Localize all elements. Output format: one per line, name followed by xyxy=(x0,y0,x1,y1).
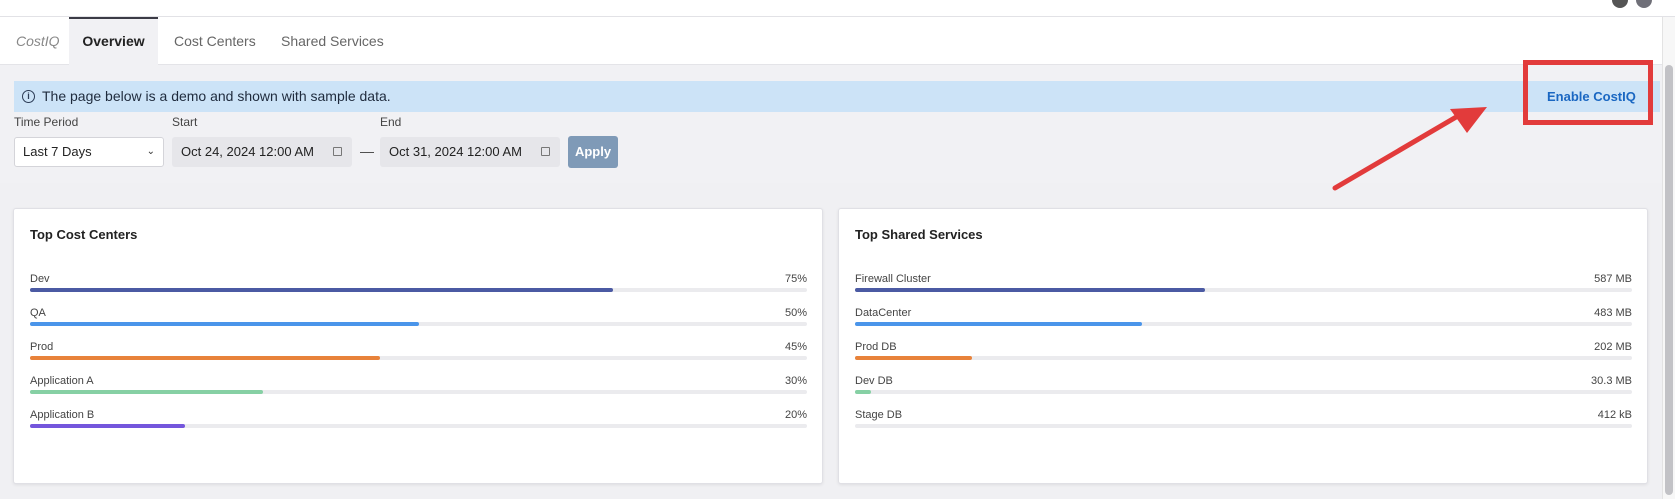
time-period-label: Time Period xyxy=(14,115,79,129)
bar-value: 30.3 MB xyxy=(1591,375,1632,387)
end-date-value: Oct 31, 2024 12:00 AM xyxy=(389,144,522,159)
highlight-box xyxy=(1523,60,1653,125)
start-label: Start xyxy=(172,115,198,129)
bar-row: Prod DB 202 MB xyxy=(855,341,1632,375)
info-icon: i xyxy=(22,90,35,103)
bar-track xyxy=(30,356,807,360)
user-icon[interactable] xyxy=(1612,0,1628,8)
bar-fill xyxy=(30,356,380,360)
bar-fill xyxy=(855,390,871,394)
start-date-input[interactable]: Oct 24, 2024 12:00 AM xyxy=(172,137,352,167)
bar-track xyxy=(855,424,1632,428)
date-separator: — xyxy=(360,143,374,159)
demo-banner: i The page below is a demo and shown wit… xyxy=(14,81,1660,112)
bar-fill xyxy=(30,288,613,292)
bar-row: DataCenter 483 MB xyxy=(855,307,1632,341)
bar-label: Application A xyxy=(30,375,94,387)
bar-label: Prod DB xyxy=(855,341,897,353)
bar-track xyxy=(855,322,1632,326)
top-shared-services-card: Top Shared Services Firewall Cluster 587 … xyxy=(838,208,1648,484)
calendar-icon[interactable] xyxy=(333,147,342,156)
bar-row: Application A 30% xyxy=(30,375,807,409)
bar-track xyxy=(855,356,1632,360)
tab-cost-centers[interactable]: Cost Centers xyxy=(158,17,272,65)
end-date-input[interactable]: Oct 31, 2024 12:00 AM xyxy=(380,137,560,167)
bar-row: Dev DB 30.3 MB xyxy=(855,375,1632,409)
tab-shared-services[interactable]: Shared Services xyxy=(265,17,400,65)
bar-value: 75% xyxy=(784,273,807,285)
bar-label: Application B xyxy=(30,409,95,421)
bar-track xyxy=(30,390,807,394)
calendar-icon[interactable] xyxy=(541,147,550,156)
scrollbar-thumb[interactable] xyxy=(1665,65,1673,495)
bar-label: DataCenter xyxy=(855,307,912,319)
bar-value: 483 MB xyxy=(1594,307,1632,319)
bar-row: QA 50% xyxy=(30,307,807,341)
bar-row: Stage DB 412 kB xyxy=(855,409,1632,443)
bar-value: 587 MB xyxy=(1594,273,1632,285)
bar-track xyxy=(855,390,1632,394)
bar-value: 20% xyxy=(784,409,807,421)
card-title: Top Cost Centers xyxy=(30,227,138,242)
brand-label: CostIQ xyxy=(16,33,60,49)
top-header-bar xyxy=(0,0,1675,17)
bar-fill xyxy=(855,288,1205,292)
bar-value: 50% xyxy=(784,307,807,319)
bar-label: QA xyxy=(30,307,46,319)
bar-value: 412 kB xyxy=(1597,409,1632,421)
bar-track xyxy=(855,288,1632,292)
time-period-value: Last 7 Days xyxy=(23,144,92,159)
banner-message: The page below is a demo and shown with … xyxy=(42,88,391,104)
chevron-down-icon: ⌄ xyxy=(146,146,155,157)
bar-label: Prod xyxy=(30,341,54,353)
bar-label: Stage DB xyxy=(855,409,903,421)
bar-value: 45% xyxy=(784,341,807,353)
start-date-value: Oct 24, 2024 12:00 AM xyxy=(181,144,314,159)
bar-value: 202 MB xyxy=(1594,341,1632,353)
bar-label: Dev DB xyxy=(855,375,893,387)
bar-row: Firewall Cluster 587 MB xyxy=(855,273,1632,307)
help-icon[interactable] xyxy=(1636,0,1652,8)
tab-overview[interactable]: Overview xyxy=(69,17,158,65)
bar-fill xyxy=(855,322,1143,326)
bar-label: Firewall Cluster xyxy=(855,273,931,285)
bar-fill xyxy=(30,322,419,326)
card-title: Top Shared Services xyxy=(855,227,983,242)
bar-value: 30% xyxy=(784,375,807,387)
bar-row: Application B 20% xyxy=(30,409,807,443)
tab-bar: CostIQ Overview Cost Centers Shared Serv… xyxy=(0,17,1662,65)
bar-track xyxy=(30,288,807,292)
bar-track xyxy=(30,424,807,428)
bar-fill xyxy=(855,356,972,360)
top-cost-centers-card: Top Cost Centers Dev 75% QA 50% Prod 45% Appli… xyxy=(13,208,823,484)
bar-row: Dev 75% xyxy=(30,273,807,307)
scrollbar[interactable] xyxy=(1662,17,1675,499)
bar-fill xyxy=(30,424,186,428)
bar-label: Dev xyxy=(30,273,50,285)
apply-button[interactable]: Apply xyxy=(568,136,618,168)
bar-fill xyxy=(30,390,264,394)
end-label: End xyxy=(380,115,402,129)
time-period-select[interactable]: Last 7 Days ⌄ xyxy=(14,137,164,167)
bar-track xyxy=(30,322,807,326)
bar-row: Prod 45% xyxy=(30,341,807,375)
